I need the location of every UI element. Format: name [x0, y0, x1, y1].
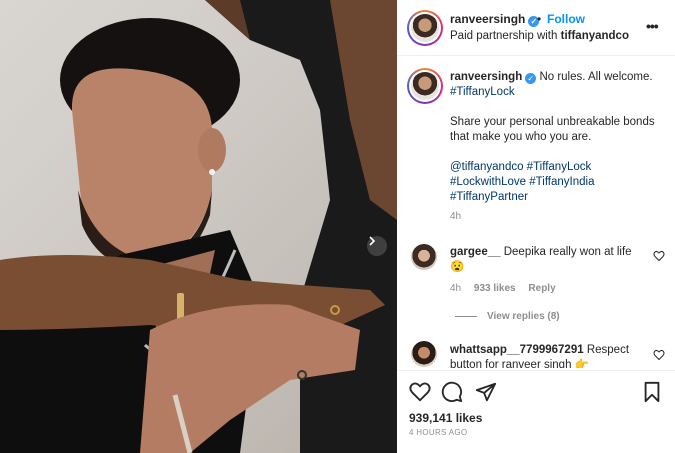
paid-partnership-label: Paid partnership with tiffanyandco [450, 30, 629, 42]
heart-icon[interactable] [653, 349, 665, 361]
follow-button[interactable]: Follow [547, 12, 585, 26]
caption-username[interactable]: ranveersingh [450, 71, 522, 83]
separator-dot: • [537, 12, 542, 26]
caption-time: 4h [450, 211, 462, 222]
verified-badge-icon: ✓ [525, 73, 537, 84]
comment-likes[interactable]: 933 likes [474, 283, 516, 294]
comment-username[interactable]: whattsapp__7799967291 [450, 344, 584, 356]
speech-bubble-icon[interactable] [441, 381, 463, 403]
comment-body: Respect [586, 344, 630, 356]
caption-tags-line1[interactable]: @tiffanyandco #TiffanyLock [450, 160, 665, 175]
post-side-panel: ranveersingh ✓ • Follow Paid partnership … [397, 0, 675, 453]
heart-icon[interactable] [653, 250, 665, 262]
heart-icon[interactable] [409, 381, 431, 403]
next-photo-button[interactable] [367, 236, 387, 256]
commenter-avatar[interactable] [411, 244, 437, 270]
post-timestamp: 4 HOURS AGO [409, 428, 468, 437]
caption-body: Share your personal unbreakable bonds th… [450, 116, 655, 143]
comment-text: whattsapp__7799967291 Respect button for… [450, 343, 640, 368]
hashtag-tiffanylock[interactable]: #TiffanyLock [450, 85, 665, 100]
post-actions: 939,141 likes 4 HOURS AGO [397, 370, 675, 453]
comment-body: Deepika really won at life [503, 246, 632, 258]
view-replies-label[interactable]: View replies (8) [487, 311, 560, 322]
view-replies-button[interactable]: View replies (8) [455, 311, 560, 322]
more-options-icon[interactable]: ••• [646, 18, 659, 34]
bookmark-icon[interactable] [641, 381, 663, 403]
like-count[interactable]: 939,141 likes [409, 411, 482, 425]
caption-text: ranveersingh ✓ No rules. All welcome. #Ti… [450, 70, 665, 224]
comment-username[interactable]: gargee__ [450, 246, 501, 258]
comment-body-cont: button for ranveer singh 👉 [450, 359, 589, 368]
author-avatar[interactable] [407, 10, 443, 46]
partnership-prefix: Paid partnership with [450, 30, 558, 42]
comment-emoji: 😧 [450, 261, 465, 273]
caption-tags-line3[interactable]: #TiffanyPartner [450, 190, 665, 205]
author-username-text[interactable]: ranveersingh [450, 12, 525, 26]
commenter-avatar[interactable] [411, 341, 437, 367]
paper-plane-icon[interactable] [475, 381, 497, 403]
post-photo [0, 0, 397, 453]
partner-link[interactable]: tiffanyandco [561, 30, 629, 42]
comment-meta: 4h 933 likes Reply [450, 283, 556, 294]
caption-avatar[interactable] [407, 68, 443, 104]
comment-time: 4h [450, 283, 462, 294]
caption-line1: No rules. All welcome. [539, 71, 653, 83]
chevron-right-icon [369, 236, 376, 246]
post-header: ranveersingh ✓ • Follow Paid partnership … [397, 0, 675, 56]
comment-text: gargee__ Deepika really won at life 😧 [450, 245, 640, 275]
reply-button[interactable]: Reply [528, 283, 555, 294]
author-username[interactable]: ranveersingh ✓ [450, 12, 540, 27]
replies-divider [455, 315, 477, 317]
post-photo-illustration [0, 0, 397, 453]
caption-tags-line2[interactable]: #LockwithLove #TiffanyIndia [450, 175, 665, 190]
